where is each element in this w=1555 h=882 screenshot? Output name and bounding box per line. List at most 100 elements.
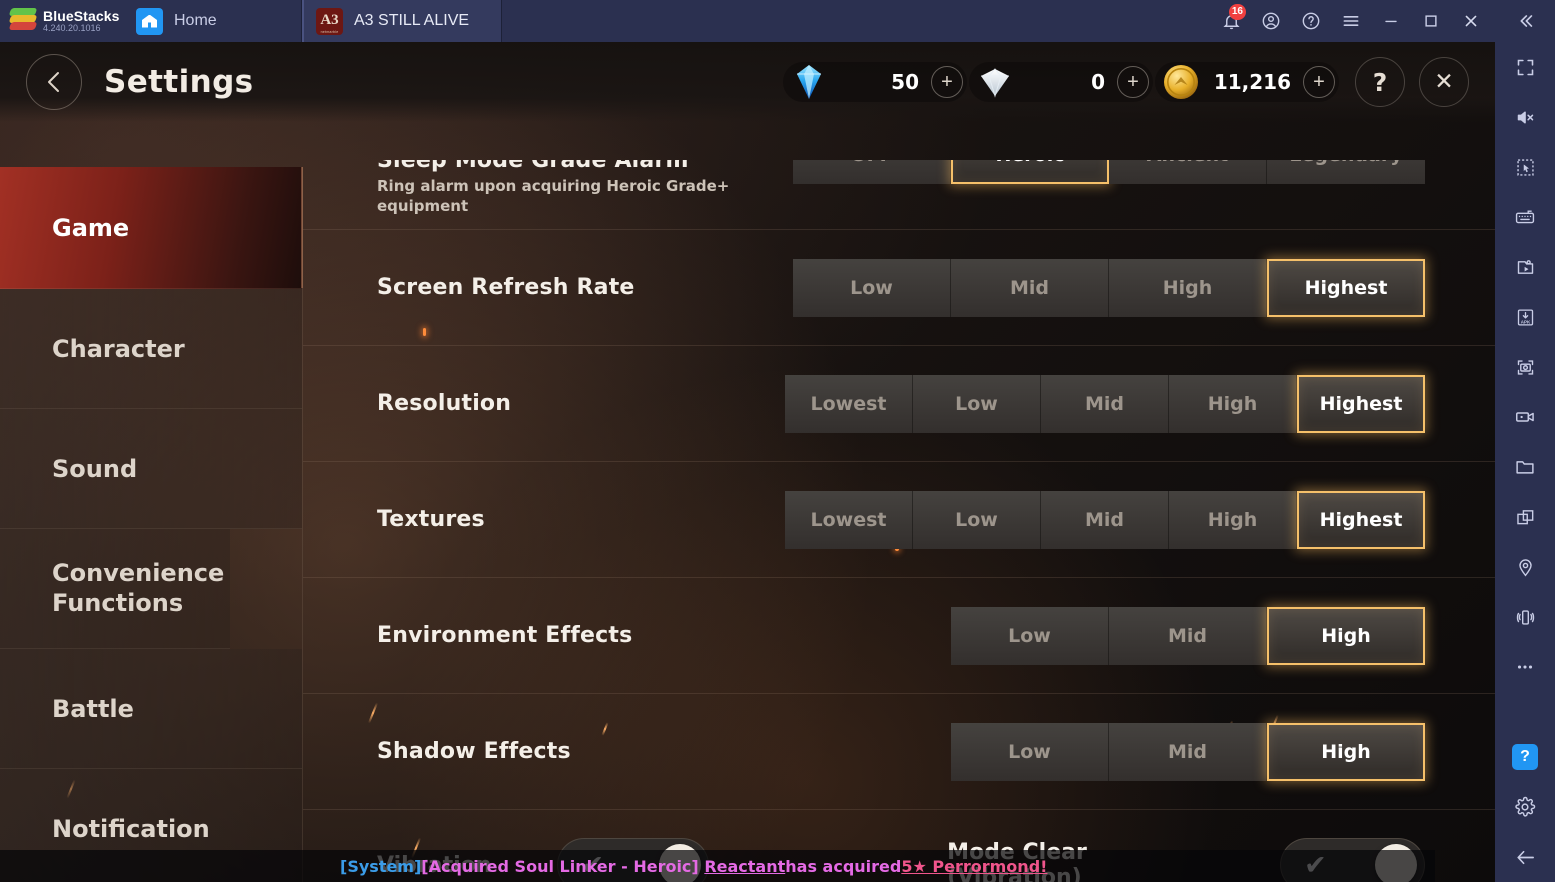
mute-icon[interactable]: [1495, 92, 1555, 142]
cursor-select-icon[interactable]: [1495, 142, 1555, 192]
screenshot-icon[interactable]: [1495, 342, 1555, 392]
gold-coin-icon: [1155, 61, 1207, 103]
back-button[interactable]: [26, 54, 82, 110]
option-highest[interactable]: Highest: [1267, 258, 1425, 317]
help-button-icon[interactable]: ?: [1495, 732, 1555, 782]
folder-icon[interactable]: [1495, 442, 1555, 492]
setting-row-shadow-effects: Shadow Effects Low Mid High: [303, 694, 1495, 810]
notifications-bell-icon[interactable]: 16: [1211, 0, 1251, 42]
option-high[interactable]: High: [1169, 374, 1297, 433]
fullscreen-icon[interactable]: [1495, 42, 1555, 92]
option-ancient[interactable]: Ancient: [1109, 160, 1267, 184]
media-manager-icon[interactable]: [1495, 242, 1555, 292]
option-high[interactable]: High: [1109, 258, 1267, 317]
more-options-icon[interactable]: [1495, 642, 1555, 692]
option-low[interactable]: Low: [951, 722, 1109, 781]
record-video-icon[interactable]: [1495, 392, 1555, 442]
system-chat-message[interactable]: [System] [Acquired Soul Linker - Heroic] …: [0, 850, 1435, 882]
option-low[interactable]: Low: [793, 258, 951, 317]
setting-row-resolution: Resolution Lowest Low Mid High Highest: [303, 346, 1495, 462]
option-low[interactable]: Low: [913, 374, 1041, 433]
option-mid[interactable]: Mid: [1109, 722, 1267, 781]
option-lowest[interactable]: Lowest: [785, 374, 913, 433]
chat-grade-tag: [Acquired Soul Linker - Heroic]: [421, 856, 699, 876]
blue-diamond-add-button[interactable]: +: [931, 66, 963, 98]
option-mid[interactable]: Mid: [951, 258, 1109, 317]
sidebar-item-sound[interactable]: Sound: [0, 409, 302, 529]
option-off[interactable]: OFF: [793, 160, 951, 184]
white-diamond-value: 0: [1091, 70, 1105, 94]
titlebar-spacer: [502, 0, 1211, 42]
back-arrow-icon[interactable]: [1495, 832, 1555, 882]
white-diamond-icon: [969, 65, 1021, 99]
setting-row-environment-effects: Environment Effects Low Mid High: [303, 578, 1495, 694]
sidebar-item-battle[interactable]: Battle: [0, 649, 302, 769]
keyboard-controls-icon[interactable]: [1495, 192, 1555, 242]
option-low[interactable]: Low: [913, 490, 1041, 549]
gold-coin-value: 11,216: [1213, 70, 1291, 94]
page-title: Settings: [104, 64, 254, 100]
option-low[interactable]: Low: [951, 606, 1109, 665]
segmented-control-textures: Lowest Low Mid High Highest: [785, 490, 1425, 549]
a3-icon-subtext: netmarble: [320, 29, 339, 34]
option-lowest[interactable]: Lowest: [785, 490, 913, 549]
close-icon[interactable]: [1451, 0, 1491, 42]
tab-home-label: Home: [174, 12, 217, 29]
sidebar-item-character[interactable]: Character: [0, 289, 302, 409]
multi-instance-icon[interactable]: [1495, 492, 1555, 542]
minimize-icon[interactable]: [1371, 0, 1411, 42]
option-high[interactable]: High: [1267, 722, 1425, 781]
tab-a3-still-alive[interactable]: A3 netmarble A3 STILL ALIVE: [302, 0, 502, 42]
segmented-control-environment-effects: Low Mid High: [951, 606, 1425, 665]
shake-icon[interactable]: [1495, 592, 1555, 642]
a3-icon-text: A3: [320, 11, 339, 28]
setting-description: Ring alarm upon acquiring Heroic Grade+ …: [377, 177, 730, 215]
tab-home[interactable]: Home: [122, 0, 302, 42]
option-heroic[interactable]: Heroic: [951, 160, 1109, 184]
location-icon[interactable]: [1495, 542, 1555, 592]
white-diamond-add-button[interactable]: +: [1117, 66, 1149, 98]
setting-row-textures: Textures Lowest Low Mid High Highest: [303, 462, 1495, 578]
bluestacks-titlebar: BlueStacks 4.240.20.1016 Home A3 netmarb…: [0, 0, 1495, 42]
notification-badge: 16: [1228, 4, 1246, 20]
chat-system-tag: [System]: [340, 856, 422, 876]
option-high[interactable]: High: [1169, 490, 1297, 549]
sidebar-item-game[interactable]: Game: [0, 167, 303, 289]
sidebar-item-convenience-functions[interactable]: Convenience Functions: [0, 529, 230, 649]
sidebar-item-label: Character: [52, 334, 185, 363]
tab-a3-label: A3 STILL ALIVE: [354, 12, 470, 29]
settings-gear-icon[interactable]: [1495, 782, 1555, 832]
option-highest[interactable]: Highest: [1297, 490, 1425, 549]
option-high[interactable]: High: [1267, 606, 1425, 665]
install-apk-icon[interactable]: APK: [1495, 292, 1555, 342]
setting-label: Textures: [377, 507, 485, 532]
help-button-glyph: ?: [1512, 744, 1538, 770]
option-legendary[interactable]: Legendary: [1267, 160, 1425, 184]
segmented-control-resolution: Lowest Low Mid High Highest: [785, 374, 1425, 433]
option-mid[interactable]: Mid: [1109, 606, 1267, 665]
bluestacks-logo-icon: [8, 8, 38, 34]
currency-white-diamond: 0 +: [969, 62, 1153, 102]
chat-item-name: 5★ Perrormond!: [901, 856, 1048, 876]
option-highest[interactable]: Highest: [1297, 374, 1425, 433]
chat-player-name: Reactant: [704, 856, 786, 876]
hamburger-menu-icon[interactable]: [1331, 0, 1371, 42]
help-circle-icon[interactable]: [1291, 0, 1331, 42]
sidebar-item-label: Game: [52, 213, 130, 242]
settings-sidebar: Game Character Sound Convenience Functio…: [0, 167, 303, 882]
setting-label: Sleep Mode Grade Alarm: [377, 160, 689, 173]
game-viewport: Settings 50 + 0 + 11,216 + ? ✕ Game Char…: [0, 42, 1495, 882]
game-help-button[interactable]: ?: [1355, 57, 1405, 107]
gold-coin-add-button[interactable]: +: [1303, 66, 1335, 98]
maximize-icon[interactable]: [1411, 0, 1451, 42]
game-close-button[interactable]: ✕: [1419, 57, 1469, 107]
option-mid[interactable]: Mid: [1041, 374, 1169, 433]
setting-label: Environment Effects: [377, 623, 633, 648]
sidebar-item-label: Convenience Functions: [52, 559, 225, 617]
option-mid[interactable]: Mid: [1041, 490, 1169, 549]
account-icon[interactable]: [1251, 0, 1291, 42]
bluestacks-toolbar: APK ?: [1495, 0, 1555, 882]
sidebar-item-label: Sound: [52, 454, 138, 483]
setting-label: Screen Refresh Rate: [377, 275, 635, 300]
collapse-sidebar-icon[interactable]: [1495, 0, 1555, 42]
